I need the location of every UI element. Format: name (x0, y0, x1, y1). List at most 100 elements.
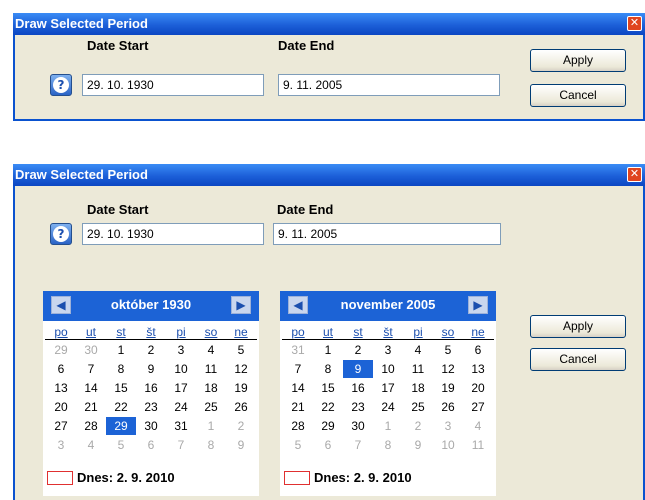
day-cell[interactable]: 20 (463, 379, 493, 397)
title-bar[interactable]: Draw Selected Period ✕ (13, 13, 645, 35)
selected-day-cell[interactable]: 29 (106, 417, 136, 435)
day-cell[interactable]: 2 (403, 417, 433, 435)
day-cell[interactable]: 5 (283, 436, 313, 454)
day-cell[interactable]: 11 (403, 360, 433, 378)
day-cell[interactable]: 21 (283, 398, 313, 416)
day-cell[interactable]: 14 (76, 379, 106, 397)
day-cell[interactable]: 22 (106, 398, 136, 416)
day-cell[interactable]: 6 (463, 341, 493, 359)
day-cell[interactable]: 12 (433, 360, 463, 378)
day-cell[interactable]: 1 (106, 341, 136, 359)
day-cell[interactable]: 5 (433, 341, 463, 359)
day-cell[interactable]: 7 (283, 360, 313, 378)
day-cell[interactable]: 5 (226, 341, 256, 359)
day-cell[interactable]: 27 (463, 398, 493, 416)
apply-button[interactable]: Apply (530, 315, 626, 338)
day-cell[interactable]: 13 (463, 360, 493, 378)
day-cell[interactable]: 11 (463, 436, 493, 454)
apply-button[interactable]: Apply (530, 49, 626, 72)
date-end-input[interactable]: 9. 11. 2005 (278, 74, 500, 96)
day-cell[interactable]: 4 (196, 341, 226, 359)
day-cell[interactable]: 30 (136, 417, 166, 435)
day-cell[interactable]: 10 (373, 360, 403, 378)
day-cell[interactable]: 16 (343, 379, 373, 397)
day-cell[interactable]: 17 (166, 379, 196, 397)
day-cell[interactable]: 10 (433, 436, 463, 454)
day-cell[interactable]: 3 (166, 341, 196, 359)
day-cell[interactable]: 13 (46, 379, 76, 397)
day-cell[interactable]: 11 (196, 360, 226, 378)
day-cell[interactable]: 7 (166, 436, 196, 454)
day-cell[interactable]: 7 (343, 436, 373, 454)
day-cell[interactable]: 28 (283, 417, 313, 435)
day-cell[interactable]: 22 (313, 398, 343, 416)
chevron-left-icon[interactable]: ◀ (51, 296, 71, 314)
day-cell[interactable]: 30 (343, 417, 373, 435)
day-cell[interactable]: 6 (136, 436, 166, 454)
day-cell[interactable]: 15 (313, 379, 343, 397)
day-cell[interactable]: 5 (106, 436, 136, 454)
day-cell[interactable]: 6 (313, 436, 343, 454)
chevron-right-icon[interactable]: ▶ (231, 296, 251, 314)
day-cell[interactable]: 20 (46, 398, 76, 416)
title-bar[interactable]: Draw Selected Period ✕ (13, 164, 645, 186)
day-cell[interactable]: 3 (46, 436, 76, 454)
day-cell[interactable]: 15 (106, 379, 136, 397)
day-cell[interactable]: 19 (226, 379, 256, 397)
day-cell[interactable]: 8 (106, 360, 136, 378)
day-cell[interactable]: 8 (373, 436, 403, 454)
day-cell[interactable]: 12 (226, 360, 256, 378)
day-cell[interactable]: 4 (76, 436, 106, 454)
day-cell[interactable]: 2 (226, 417, 256, 435)
day-cell[interactable]: 23 (343, 398, 373, 416)
day-cell[interactable]: 31 (166, 417, 196, 435)
day-cell[interactable]: 8 (313, 360, 343, 378)
day-cell[interactable]: 19 (433, 379, 463, 397)
day-cell[interactable]: 4 (403, 341, 433, 359)
cancel-button[interactable]: Cancel (530, 348, 626, 371)
cancel-button[interactable]: Cancel (530, 84, 626, 107)
day-cell[interactable]: 18 (196, 379, 226, 397)
day-cell[interactable]: 1 (196, 417, 226, 435)
day-cell[interactable]: 25 (403, 398, 433, 416)
day-cell[interactable]: 2 (136, 341, 166, 359)
day-cell[interactable]: 28 (76, 417, 106, 435)
day-cell[interactable]: 24 (166, 398, 196, 416)
chevron-left-icon[interactable]: ◀ (288, 296, 308, 314)
day-cell[interactable]: 3 (433, 417, 463, 435)
day-cell[interactable]: 16 (136, 379, 166, 397)
selected-day-cell[interactable]: 9 (343, 360, 373, 378)
day-cell[interactable]: 7 (76, 360, 106, 378)
day-cell[interactable]: 27 (46, 417, 76, 435)
day-cell[interactable]: 31 (283, 341, 313, 359)
day-cell[interactable]: 29 (313, 417, 343, 435)
day-cell[interactable]: 30 (76, 341, 106, 359)
day-cell[interactable]: 2 (343, 341, 373, 359)
day-cell[interactable]: 21 (76, 398, 106, 416)
date-start-input[interactable]: 29. 10. 1930 (82, 223, 264, 245)
day-cell[interactable]: 10 (166, 360, 196, 378)
close-icon[interactable]: ✕ (627, 16, 642, 31)
date-end-input[interactable]: 9. 11. 2005 (273, 223, 501, 245)
day-cell[interactable]: 18 (403, 379, 433, 397)
day-cell[interactable]: 26 (433, 398, 463, 416)
day-cell[interactable]: 25 (196, 398, 226, 416)
day-cell[interactable]: 4 (463, 417, 493, 435)
day-cell[interactable]: 24 (373, 398, 403, 416)
day-cell[interactable]: 3 (373, 341, 403, 359)
day-cell[interactable]: 1 (313, 341, 343, 359)
day-cell[interactable]: 9 (226, 436, 256, 454)
chevron-right-icon[interactable]: ▶ (468, 296, 488, 314)
close-icon[interactable]: ✕ (627, 167, 642, 182)
day-cell[interactable]: 9 (403, 436, 433, 454)
day-cell[interactable]: 1 (373, 417, 403, 435)
date-start-input[interactable]: 29. 10. 1930 (82, 74, 264, 96)
help-icon[interactable]: ? (50, 223, 72, 245)
day-cell[interactable]: 9 (136, 360, 166, 378)
day-cell[interactable]: 8 (196, 436, 226, 454)
day-cell[interactable]: 26 (226, 398, 256, 416)
day-cell[interactable]: 29 (46, 341, 76, 359)
day-cell[interactable]: 23 (136, 398, 166, 416)
day-cell[interactable]: 14 (283, 379, 313, 397)
day-cell[interactable]: 6 (46, 360, 76, 378)
